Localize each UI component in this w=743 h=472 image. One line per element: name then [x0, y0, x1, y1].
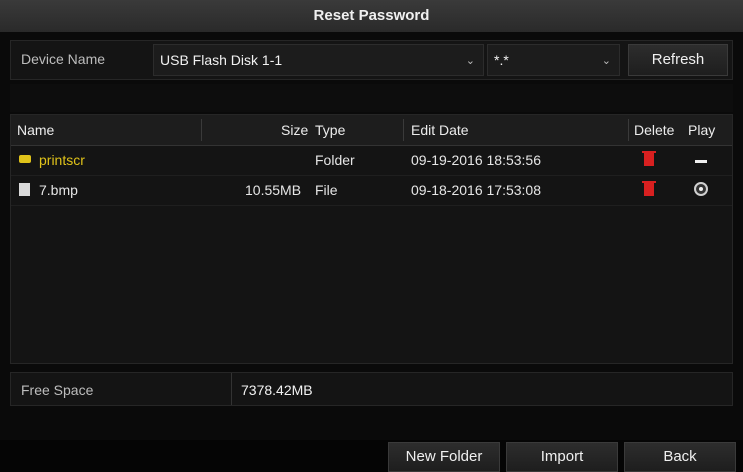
file-filter-value: *.* [494, 52, 509, 68]
dialog-title: Reset Password [0, 0, 743, 32]
device-name-label: Device Name [21, 51, 106, 67]
file-filter-select[interactable]: *.* ⌄ [487, 44, 620, 76]
refresh-button[interactable]: Refresh [628, 44, 728, 76]
free-space-bar: Free Space 7378.42MB [10, 372, 733, 406]
file-edit-date: 09-19-2016 18:53:56 [411, 152, 541, 168]
import-button[interactable]: Import [506, 442, 618, 472]
delete-icon[interactable] [642, 181, 656, 196]
column-header-type[interactable]: Type [315, 122, 345, 138]
column-header-name[interactable]: Name [17, 122, 54, 138]
no-play-icon [695, 160, 707, 163]
device-toolbar: Device Name USB Flash Disk 1-1 ⌄ *.* ⌄ R… [10, 40, 733, 80]
play-icon[interactable] [694, 182, 708, 196]
delete-icon[interactable] [642, 151, 656, 166]
column-divider [403, 119, 404, 141]
dialog-footer: New Folder Import Back [0, 440, 743, 472]
column-divider [201, 119, 202, 141]
device-select-value: USB Flash Disk 1-1 [160, 52, 283, 68]
file-list: Name Size Type Edit Date Delete Play pri… [10, 114, 733, 364]
file-size: 10.55MB [245, 182, 302, 198]
column-header-edit-date[interactable]: Edit Date [411, 122, 469, 138]
chevron-down-icon: ⌄ [601, 55, 611, 67]
free-space-divider [231, 373, 232, 405]
reset-password-dialog: Reset Password Device Name USB Flash Dis… [0, 0, 743, 472]
spacer [10, 84, 733, 112]
table-row[interactable]: 7.bmp 10.55MB File 09-18-2016 17:53:08 [11, 176, 732, 206]
free-space-value: 7378.42MB [241, 382, 313, 398]
column-divider [628, 119, 629, 141]
column-header-delete[interactable]: Delete [634, 122, 674, 138]
device-select[interactable]: USB Flash Disk 1-1 ⌄ [153, 44, 484, 76]
file-list-header: Name Size Type Edit Date Delete Play [11, 115, 732, 146]
column-header-size[interactable]: Size [281, 122, 308, 138]
file-edit-date: 09-18-2016 17:53:08 [411, 182, 541, 198]
chevron-down-icon: ⌄ [465, 55, 475, 67]
column-header-play[interactable]: Play [688, 122, 715, 138]
free-space-label: Free Space [21, 382, 94, 398]
file-name: 7.bmp [39, 182, 78, 198]
new-folder-button[interactable]: New Folder [388, 442, 500, 472]
file-icon [19, 183, 30, 196]
file-type: File [315, 182, 338, 198]
back-button[interactable]: Back [624, 442, 736, 472]
file-type: Folder [315, 152, 355, 168]
file-name: printscr [39, 152, 85, 168]
folder-icon [19, 155, 31, 163]
table-row[interactable]: printscr Folder 09-19-2016 18:53:56 [11, 146, 732, 176]
